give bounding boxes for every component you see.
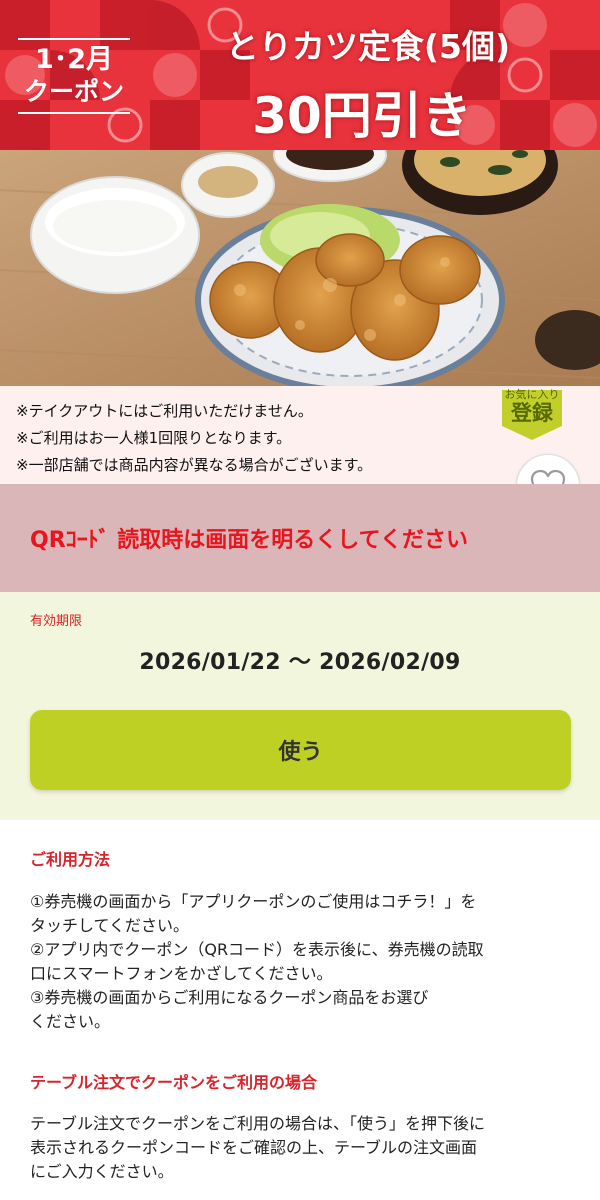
use-coupon-button[interactable]: 使う — [30, 710, 571, 790]
coupon-discount: 30円引き — [252, 87, 472, 145]
favorite-main-label: 登録 — [511, 401, 553, 425]
step-line: ください。 — [30, 1012, 111, 1031]
step-line: ②アプリ内でクーポン（QRコード）を表示後に、券売機の読取 — [30, 940, 484, 959]
badge-coupon: クーポン — [23, 77, 124, 106]
table-order-line: にご入力ください。 — [30, 1162, 174, 1181]
table-order-line: テーブル注文でクーポンをご利用の場合は、「使う」を押下後に — [30, 1114, 486, 1133]
step-line: ①券売機の画面から「アプリクーポンのご使用はコチラ！」を — [30, 892, 477, 911]
step-line: ③券売機の画面からご利用になるクーポン商品をお選び — [30, 988, 429, 1007]
notice-stores: ※一部店舗では商品内容が異なる場合がございます。 — [16, 456, 373, 474]
qr-brightness-notice: QRｺｰﾄﾞ 読取時は画面を明るくしてください — [0, 484, 600, 592]
coupon-banner: 1･2月 クーポン とりカツ定食(5個) 30円引き — [0, 0, 600, 150]
favorite-register-badge[interactable]: お気に入り 登録 — [500, 388, 564, 440]
table-order-text: テーブル注文でクーポンをご利用の場合は、「使う」を押下後に 表示されるクーポンコ… — [30, 1112, 575, 1184]
table-order-line: 表示されるクーポンコードをご確認の上、テーブルの注文画面 — [30, 1138, 478, 1157]
tonkatsu-set-image — [0, 150, 600, 386]
qr-notice-text: QRｺｰﾄﾞ 読取時は画面を明るくしてください — [30, 528, 468, 553]
validity-label: 有効期限 — [30, 614, 83, 629]
how-to-use-heading: ご利用方法 — [30, 850, 111, 869]
step-line: 口にスマートフォンをかざしてください。 — [30, 964, 333, 983]
badge-month: 1･2月 — [34, 44, 114, 75]
validity-range: 2026/01/22 〜 2026/02/09 — [139, 650, 461, 675]
use-button-label: 使う — [278, 740, 323, 765]
validity-section: 有効期限 2026/01/22 〜 2026/02/09 使う — [0, 592, 600, 820]
step-line: タッチしてください。 — [30, 916, 190, 935]
coupon-title: とりカツ定食(5個) — [225, 27, 511, 66]
table-order-heading: テーブル注文でクーポンをご利用の場合 — [30, 1073, 318, 1092]
how-to-use-steps: ①券売機の画面から「アプリクーポンのご使用はコチラ！」を タッチしてください。 … — [30, 890, 575, 1034]
food-photo — [0, 150, 600, 386]
month-coupon-badge: 1･2月 クーポン — [18, 38, 130, 114]
